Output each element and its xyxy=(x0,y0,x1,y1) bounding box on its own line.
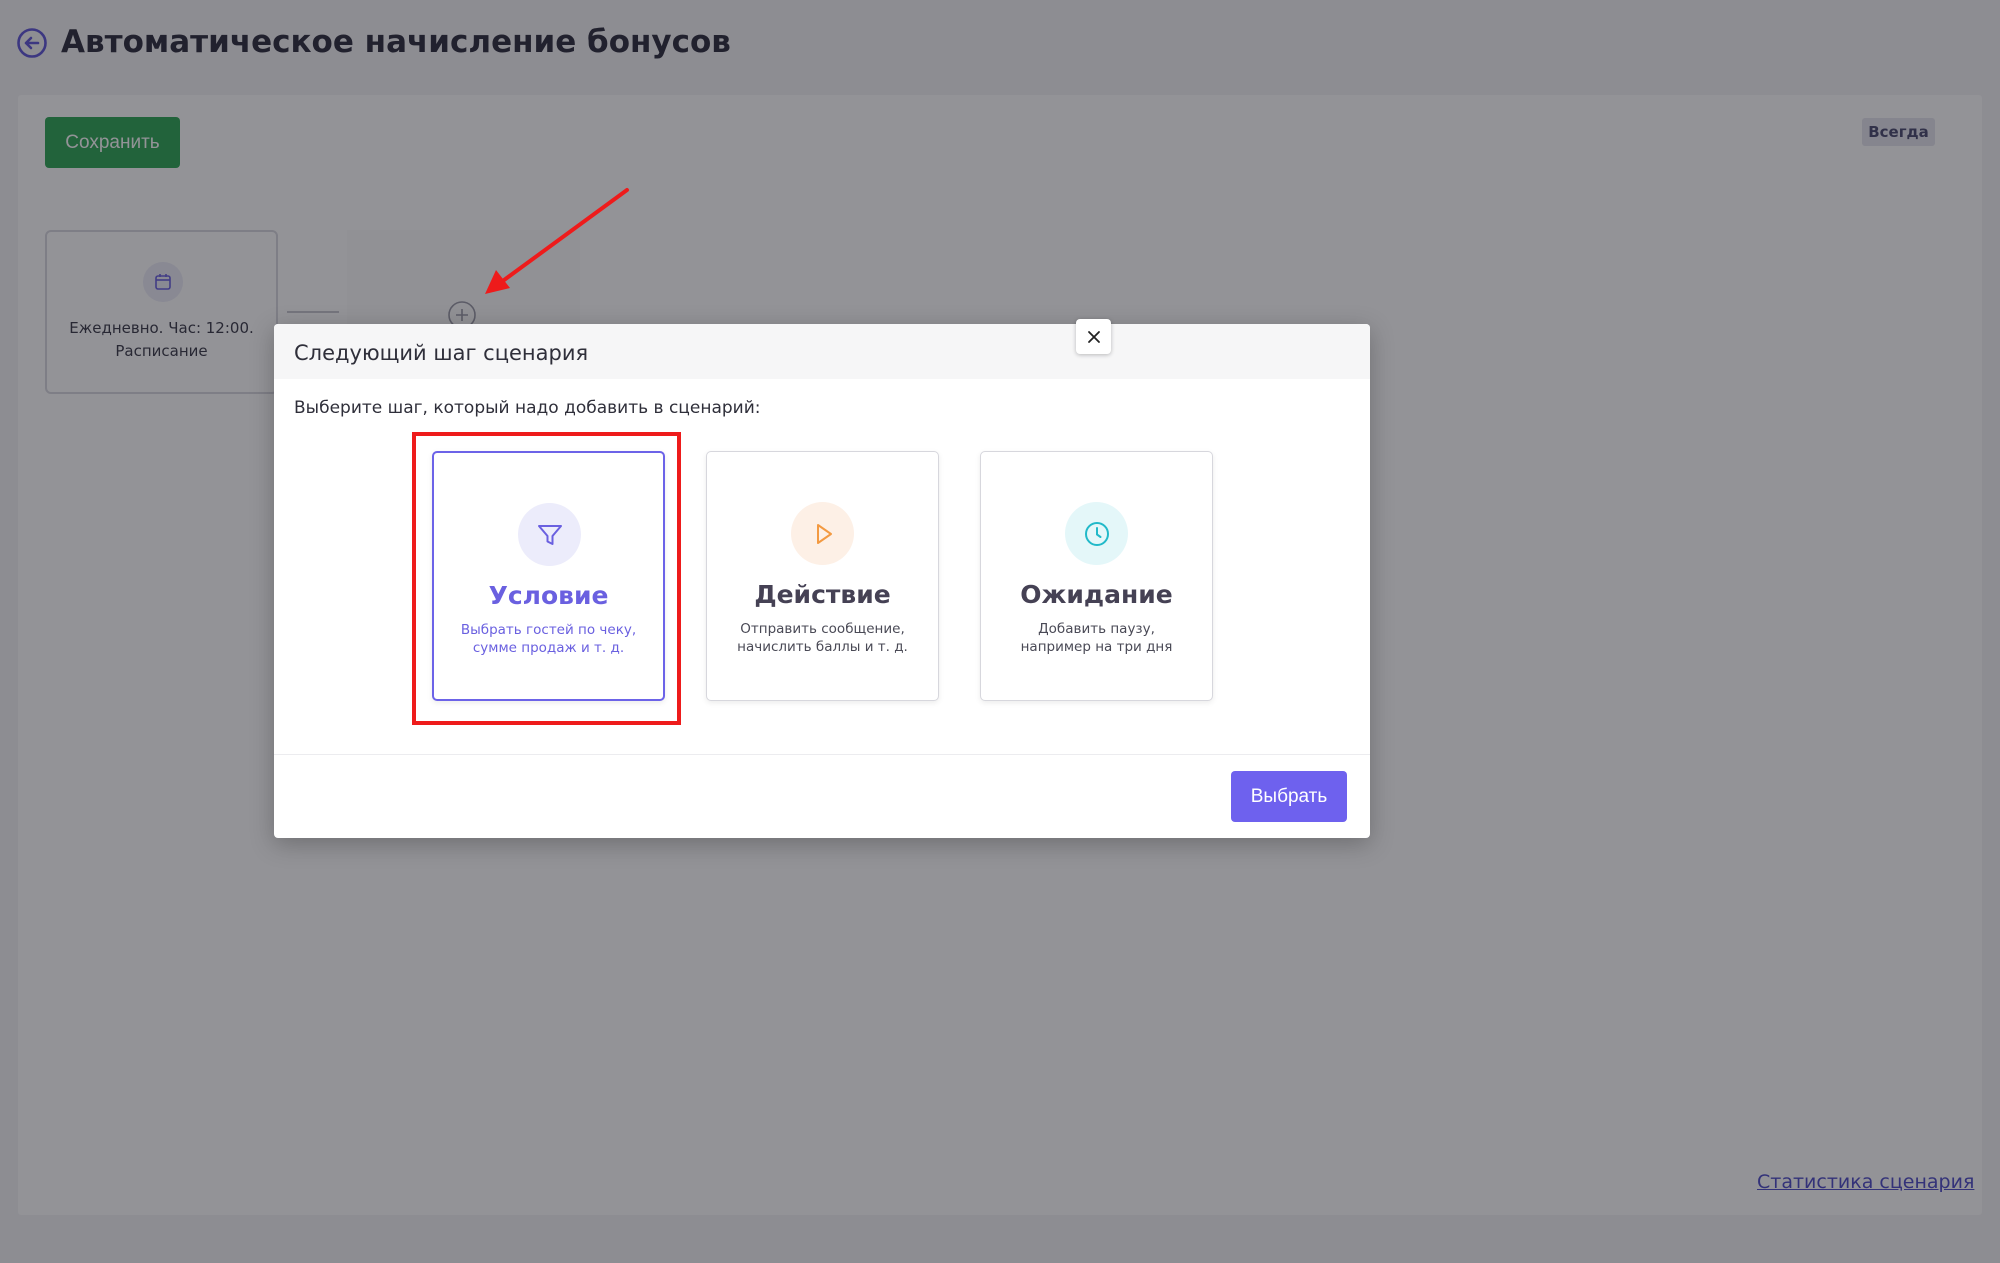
clock-icon xyxy=(1084,521,1109,546)
step-option-wait[interactable]: Ожидание Добавить паузу, например на три… xyxy=(980,451,1213,701)
step-option-name: Условие xyxy=(488,581,609,610)
play-icon xyxy=(816,523,832,544)
close-modal-button[interactable] xyxy=(1076,319,1111,354)
select-button[interactable]: Выбрать xyxy=(1231,771,1347,822)
wait-icon-circle xyxy=(1065,502,1128,565)
step-option-desc: Отправить сообщение, начислить баллы и т… xyxy=(737,621,908,655)
filter-icon xyxy=(537,524,562,545)
step-option-condition[interactable]: Условие Выбрать гостей по чеку, сумме пр… xyxy=(432,451,665,701)
step-option-desc: Добавить паузу, например на три дня xyxy=(1020,621,1173,655)
modal-divider xyxy=(274,754,1370,755)
close-icon xyxy=(1087,330,1100,343)
condition-icon-circle xyxy=(518,503,581,566)
modal-prompt: Выберите шаг, который надо добавить в сц… xyxy=(294,398,761,418)
action-icon-circle xyxy=(791,502,854,565)
step-option-name: Действие xyxy=(754,580,891,609)
step-option-action[interactable]: Действие Отправить сообщение, начислить … xyxy=(706,451,939,701)
modal-header: Следующий шаг сценария xyxy=(274,324,1370,379)
next-step-modal: Следующий шаг сценария Выберите шаг, кот… xyxy=(274,324,1370,838)
modal-title: Следующий шаг сценария xyxy=(294,341,589,365)
step-option-name: Ожидание xyxy=(1020,580,1173,609)
step-option-desc: Выбрать гостей по чеку, сумме продаж и т… xyxy=(460,622,637,656)
